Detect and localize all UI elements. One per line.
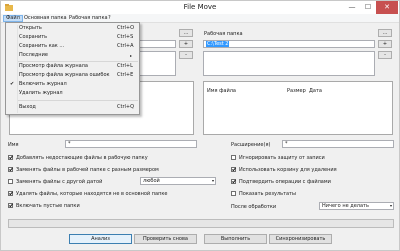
submenu-arrow-icon: ▸ xyxy=(130,53,133,58)
menu-separator xyxy=(18,100,138,101)
checkbox-label: Подтвердить операции с файлами xyxy=(239,179,331,185)
menu-item-save[interactable]: Сохранить xyxy=(19,34,47,41)
right-path-field[interactable]: C:\Test 2 xyxy=(203,40,375,48)
menu-work-folder[interactable]: Рабочая папка xyxy=(67,15,110,22)
date-mode-value: любой xyxy=(143,178,160,184)
right-browse-button[interactable]: ... xyxy=(378,29,392,37)
minimize-button[interactable]: — xyxy=(344,1,360,14)
checkbox-label: Использовать корзину для удаления xyxy=(239,167,337,173)
after-processing-select[interactable]: Ничего не делать ▾ xyxy=(319,202,394,210)
chevron-down-icon: ▾ xyxy=(211,178,214,183)
right-add-button[interactable]: + xyxy=(378,40,392,48)
execute-button[interactable]: Выполнить xyxy=(204,234,267,244)
right-path-value: C:\Test 2 xyxy=(206,41,230,47)
menu-shortcut-save: Ctrl+S xyxy=(117,34,134,40)
title-bar: File Move — ☐ ✕ xyxy=(1,1,399,14)
use-recycle-bin-checkbox[interactable]: Использовать корзину для удаления xyxy=(231,167,337,174)
menu-main-folder[interactable]: Основная папка xyxy=(22,15,69,22)
synchronize-button[interactable]: Синхронизировать xyxy=(269,234,332,244)
checkbox-label: Удалять файлы, которые находятся не в ос… xyxy=(16,191,168,197)
confirm-file-operations-checkbox[interactable]: Подтвердить операции с файлами xyxy=(231,179,331,186)
after-processing-value: Ничего не делать xyxy=(322,203,369,209)
chevron-down-icon: ▾ xyxy=(389,203,392,208)
right-folder-list[interactable] xyxy=(203,51,375,76)
column-file-name[interactable]: Имя файла xyxy=(207,88,236,94)
menu-item-exit[interactable]: Выход xyxy=(19,104,36,111)
analyze-button[interactable]: Анализ xyxy=(69,234,132,244)
menu-file[interactable]: Файл xyxy=(3,15,23,22)
column-date[interactable]: Дата xyxy=(309,88,322,94)
menu-shortcut-view-log: Ctrl+L xyxy=(117,63,133,69)
menu-item-save-as[interactable]: Сохранить как ... xyxy=(19,43,64,50)
checkbox-box xyxy=(231,167,236,172)
extension-filter-input[interactable]: * xyxy=(282,140,394,148)
menu-shortcut-save-as: Ctrl+A xyxy=(117,43,134,49)
checkbox-box xyxy=(8,191,13,196)
checkbox-box xyxy=(8,203,13,208)
ignore-write-protection-checkbox[interactable]: Игнорировать защиту от записи xyxy=(231,155,325,162)
checkbox-label: Игнорировать защиту от записи xyxy=(239,155,325,161)
checkbox-box xyxy=(231,179,236,184)
work-folder-label: Рабочая папка xyxy=(204,31,243,37)
checkbox-label: Включать пустые папки xyxy=(16,203,80,209)
checkbox-box xyxy=(231,191,236,196)
right-file-list[interactable]: Имя файла Размер Дата xyxy=(203,81,393,135)
name-filter-input[interactable]: * xyxy=(65,140,197,148)
replace-different-size-checkbox[interactable]: Заменять файлы в рабочей папке с разным … xyxy=(8,167,159,174)
date-mode-select[interactable]: любой ▾ xyxy=(140,177,216,185)
checkmark-icon: ✔ xyxy=(10,81,15,87)
close-button[interactable]: ✕ xyxy=(376,1,398,14)
show-results-checkbox[interactable]: Показать результаты xyxy=(231,191,296,198)
checkbox-box xyxy=(231,155,236,160)
menu-shortcut-view-error-log: Ctrl+E xyxy=(117,72,134,78)
left-browse-button[interactable]: ... xyxy=(179,29,193,37)
left-add-button[interactable]: + xyxy=(179,40,193,48)
checkbox-label: Показать результаты xyxy=(239,191,296,197)
checkbox-label: Заменять файлы с другой датой xyxy=(16,179,103,185)
delete-extra-files-checkbox[interactable]: Удалять файлы, которые находятся не в ос… xyxy=(8,191,167,198)
menu-item-enable-log[interactable]: Включить журнал xyxy=(19,81,67,88)
file-move-window: File Move — ☐ ✕ Файл Основная папка Рабо… xyxy=(0,0,400,251)
window-title: File Move xyxy=(183,3,217,11)
menu-item-delete-log[interactable]: Удалить журнал xyxy=(19,90,63,97)
after-processing-label: После обработки xyxy=(231,204,277,210)
checkbox-box xyxy=(8,155,13,160)
check-again-button[interactable]: Проверить снова xyxy=(134,234,197,244)
maximize-button[interactable]: ☐ xyxy=(360,1,376,14)
menu-item-recent[interactable]: Последние xyxy=(19,52,48,59)
menu-shortcut-open: Ctrl+O xyxy=(117,25,135,31)
menu-shortcut-exit: Ctrl+Q xyxy=(117,104,135,110)
progress-bar xyxy=(8,219,394,228)
menu-help[interactable]: ? xyxy=(106,15,113,22)
checkbox-label: Добавлять недостающие файлы в рабочую па… xyxy=(16,155,148,161)
checkbox-label: Заменять файлы в рабочей папке с разным … xyxy=(16,167,159,173)
menu-item-view-error-log[interactable]: Просмотр файла журнала ошибок xyxy=(19,72,110,79)
menu-item-open[interactable]: Открыть xyxy=(19,25,42,32)
include-empty-folders-checkbox[interactable]: Включать пустые папки xyxy=(8,203,80,210)
menu-item-view-log[interactable]: Просмотр файла журнала xyxy=(19,63,88,70)
file-menu-dropdown: Открыть Ctrl+O Сохранить Ctrl+S Сохранит… xyxy=(5,22,140,115)
left-remove-button[interactable]: - xyxy=(179,51,193,59)
right-remove-button[interactable]: - xyxy=(378,51,392,59)
menu-separator xyxy=(18,61,138,62)
checkbox-box xyxy=(8,179,13,184)
replace-different-date-checkbox[interactable]: Заменять файлы с другой датой xyxy=(8,179,102,186)
extension-filter-label: Расширение(я) xyxy=(231,142,271,148)
add-missing-files-checkbox[interactable]: Добавлять недостающие файлы в рабочую па… xyxy=(8,155,148,162)
name-filter-label: Имя xyxy=(8,142,19,148)
column-size[interactable]: Размер xyxy=(287,88,306,94)
checkbox-box xyxy=(8,167,13,172)
